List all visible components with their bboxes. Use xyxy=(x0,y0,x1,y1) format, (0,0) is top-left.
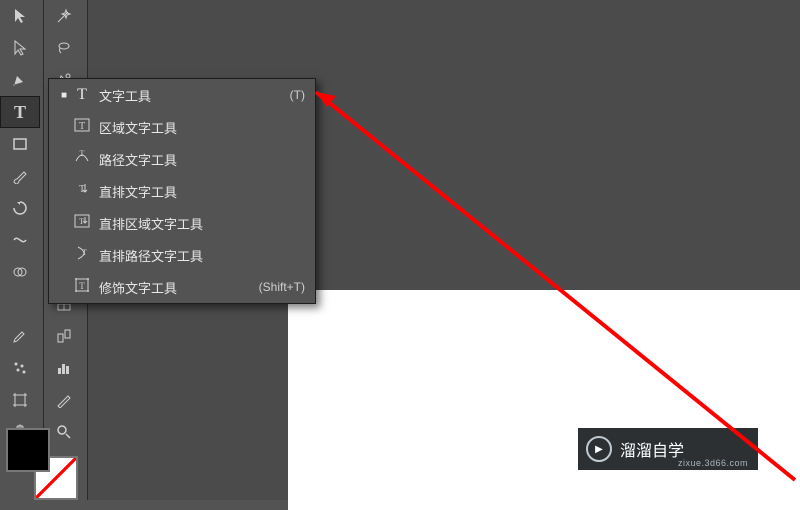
flyout-item-vertical-type[interactable]: T 直排文字工具 xyxy=(49,175,315,207)
path-type-icon: T xyxy=(69,149,95,170)
flyout-item-vertical-path-type[interactable]: T 直排路径文字工具 xyxy=(49,239,315,271)
selection-tool[interactable] xyxy=(0,0,40,32)
symbol-sprayer-tool[interactable] xyxy=(0,352,40,384)
flyout-item-touch-type[interactable]: T 修饰文字工具 (Shift+T) xyxy=(49,271,315,303)
active-indicator-icon: ■ xyxy=(59,90,69,101)
slice-tool[interactable] xyxy=(44,384,84,416)
canvas-artboard[interactable] xyxy=(288,290,800,510)
watermark-url: zixue.3d66.com xyxy=(678,458,748,468)
gradient-tool[interactable] xyxy=(0,288,40,320)
fill-color-swatch[interactable] xyxy=(6,428,50,472)
shape-builder-tool[interactable] xyxy=(0,256,40,288)
rotate-tool[interactable] xyxy=(0,192,40,224)
area-type-icon: T xyxy=(69,117,95,138)
flyout-item-vertical-area-type[interactable]: T 直排区域文字工具 xyxy=(49,207,315,239)
width-tool[interactable] xyxy=(0,224,40,256)
svg-text:T: T xyxy=(79,184,85,195)
flyout-item-label: 路径文字工具 xyxy=(95,150,305,169)
type-tool[interactable]: T xyxy=(0,96,40,128)
flyout-item-label: 直排区域文字工具 xyxy=(95,214,305,233)
watermark-badge: ▶ 溜溜自学 zixue.3d66.com xyxy=(578,428,758,470)
type-icon: T xyxy=(69,86,95,104)
type-tool-flyout: ■ T 文字工具 (T) T 区域文字工具 T 路径文字工具 T 直排文字工具 … xyxy=(48,78,316,304)
lasso-tool[interactable] xyxy=(44,32,84,64)
toolbar-column-left: T xyxy=(0,0,44,500)
svg-text:T: T xyxy=(79,121,85,132)
direct-selection-tool[interactable] xyxy=(0,32,40,64)
vertical-type-icon: T xyxy=(69,181,95,202)
svg-text:T: T xyxy=(79,217,84,226)
blend-tool[interactable] xyxy=(44,320,84,352)
vertical-path-type-icon: T xyxy=(69,245,95,266)
play-icon: ▶ xyxy=(586,436,612,462)
pen-tool[interactable] xyxy=(0,64,40,96)
touch-type-icon: T xyxy=(69,277,95,298)
flyout-item-shortcut: (T) xyxy=(282,88,305,102)
rectangle-tool[interactable] xyxy=(0,128,40,160)
svg-text:T: T xyxy=(80,149,85,158)
flyout-item-type[interactable]: ■ T 文字工具 (T) xyxy=(49,79,315,111)
watermark-text: 溜溜自学 xyxy=(620,437,684,461)
flyout-item-label: 修饰文字工具 xyxy=(95,278,251,297)
flyout-item-label: 直排路径文字工具 xyxy=(95,246,305,265)
color-swatches[interactable] xyxy=(6,428,76,480)
column-graph-tool[interactable] xyxy=(44,352,84,384)
flyout-item-path-type[interactable]: T 路径文字工具 xyxy=(49,143,315,175)
artboard-tool[interactable] xyxy=(0,384,40,416)
flyout-item-label: 直排文字工具 xyxy=(95,182,305,201)
paintbrush-tool[interactable] xyxy=(0,160,40,192)
flyout-item-shortcut: (Shift+T) xyxy=(251,280,305,294)
svg-text:T: T xyxy=(79,281,85,291)
flyout-item-label: 文字工具 xyxy=(95,86,282,105)
flyout-item-area-type[interactable]: T 区域文字工具 xyxy=(49,111,315,143)
flyout-item-label: 区域文字工具 xyxy=(95,118,305,137)
svg-text:T: T xyxy=(82,248,87,257)
eyedropper-tool[interactable] xyxy=(0,320,40,352)
vertical-area-type-icon: T xyxy=(69,213,95,234)
magic-wand-tool[interactable] xyxy=(44,0,84,32)
